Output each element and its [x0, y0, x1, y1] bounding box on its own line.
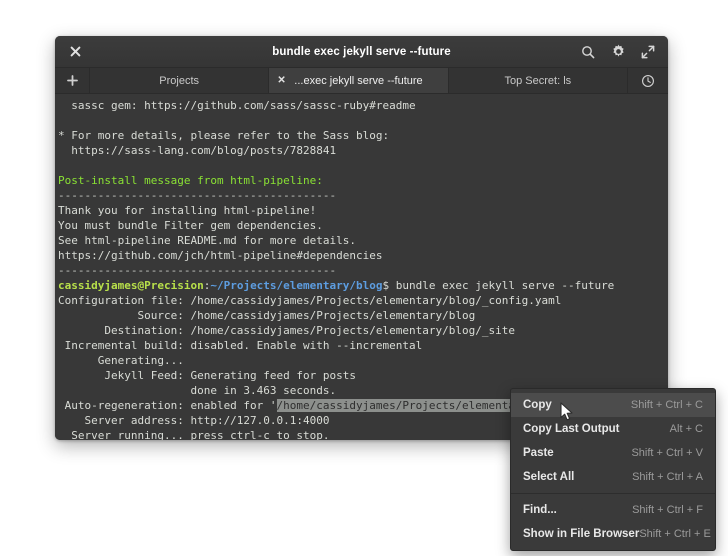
menu-item-shortcut: Shift + Ctrl + E: [639, 528, 711, 540]
tab-label: Projects: [141, 75, 217, 87]
menu-separator: [511, 493, 715, 494]
menu-item-shortcut: Shift + Ctrl + A: [632, 471, 703, 483]
menu-item-select-all[interactable]: Select All Shift + Ctrl + A: [511, 465, 715, 489]
prompt-command: bundle exec jekyll serve --future: [389, 279, 614, 292]
tab-jekyll-serve[interactable]: ✕ ...exec jekyll serve --future: [268, 68, 447, 93]
menu-item-shortcut: Shift + Ctrl + V: [631, 447, 703, 459]
menu-item-paste[interactable]: Paste Shift + Ctrl + V: [511, 441, 715, 465]
menu-item-label: Find...: [523, 504, 557, 516]
terminal-line: Thank you for installing html-pipeline!: [58, 203, 668, 218]
terminal-line: Destination: /home/cassidyjames/Projects…: [58, 323, 668, 338]
tab-label: Top Secret: ls: [487, 75, 590, 87]
history-icon[interactable]: [627, 68, 668, 93]
new-tab-button[interactable]: [55, 68, 89, 93]
menu-item-copy-last-output[interactable]: Copy Last Output Alt + C: [511, 417, 715, 441]
desktop-background: bundle exec jekyll serve --future: [0, 0, 728, 556]
terminal-line: https://sass-lang.com/blog/posts/7828841: [58, 143, 668, 158]
menu-item-shortcut: Shift + Ctrl + F: [632, 504, 703, 516]
autoregen-prefix: Auto-regeneration: enabled for ': [58, 399, 277, 412]
terminal-line: sassc gem: https://github.com/sass/sassc…: [58, 98, 668, 113]
terminal-line: Jekyll Feed: Generating feed for posts: [58, 368, 668, 383]
terminal-prompt-line: cassidyjames@Precision:~/Projects/elemen…: [58, 278, 668, 293]
close-icon[interactable]: [65, 42, 85, 62]
tab-close-icon[interactable]: ✕: [277, 76, 285, 86]
menu-item-find[interactable]: Find... Shift + Ctrl + F: [511, 498, 715, 522]
terminal-line: https://github.com/jch/html-pipeline#dep…: [58, 248, 668, 263]
menu-item-label: Copy Last Output: [523, 423, 619, 435]
terminal-line-separator: ----------------------------------------…: [58, 263, 668, 278]
fullscreen-icon[interactable]: [638, 42, 658, 62]
terminal-line: [58, 113, 668, 128]
menu-item-shortcut: Alt + C: [670, 423, 703, 435]
menu-item-label: Show in File Browser: [523, 528, 639, 540]
terminal-line: See html-pipeline README.md for more det…: [58, 233, 668, 248]
menu-item-label: Paste: [523, 447, 554, 459]
menu-item-shortcut: Shift + Ctrl + C: [631, 399, 703, 411]
terminal-window: bundle exec jekyll serve --future: [55, 36, 668, 440]
tab-label: ...exec jekyll serve --future: [276, 75, 440, 87]
menu-item-label: Select All: [523, 471, 574, 483]
menu-item-show-in-file-browser[interactable]: Show in File Browser Shift + Ctrl + E: [511, 522, 715, 546]
terminal-line: Generating...: [58, 353, 668, 368]
terminal-line-separator: ----------------------------------------…: [58, 188, 668, 203]
tab-bar: Projects ✕ ...exec jekyll serve --future…: [55, 68, 668, 94]
window-title-bar[interactable]: bundle exec jekyll serve --future: [55, 36, 668, 68]
terminal-line: * For more details, please refer to the …: [58, 128, 668, 143]
tab-projects[interactable]: Projects: [89, 68, 268, 93]
prompt-user-host: cassidyjames@Precision: [58, 279, 204, 292]
terminal-line: Configuration file: /home/cassidyjames/P…: [58, 293, 668, 308]
menu-item-copy[interactable]: Copy Shift + Ctrl + C: [511, 393, 715, 417]
tab-top-secret[interactable]: Top Secret: ls: [448, 68, 627, 93]
menu-item-label: Copy: [523, 399, 552, 411]
terminal-line: You must bundle Filter gem dependencies.: [58, 218, 668, 233]
terminal-line-postinstall: Post-install message from html-pipeline:: [58, 173, 668, 188]
prompt-path: ~/Projects/elementary/blog: [210, 279, 382, 292]
terminal-line: Source: /home/cassidyjames/Projects/elem…: [58, 308, 668, 323]
page-title: bundle exec jekyll serve --future: [55, 46, 668, 58]
context-menu: Copy Shift + Ctrl + C Copy Last Output A…: [510, 388, 716, 551]
terminal-line: Incremental build: disabled. Enable with…: [58, 338, 668, 353]
gear-icon[interactable]: [608, 42, 628, 62]
terminal-line: [58, 158, 668, 173]
titlebar-actions: [578, 42, 658, 62]
search-icon[interactable]: [578, 42, 598, 62]
